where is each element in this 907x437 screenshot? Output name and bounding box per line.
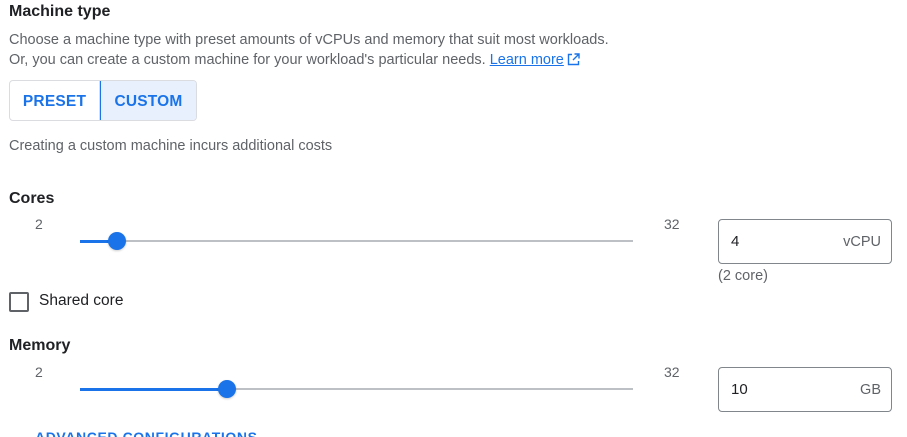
memory-unit: GB [860,381,881,398]
memory-min-label: 2 [35,364,43,380]
learn-more-label: Learn more [489,52,564,68]
tab-preset[interactable]: PRESET [10,81,100,120]
cores-field: vCPU [718,219,892,264]
tab-custom[interactable]: CUSTOM [100,81,196,120]
machine-type-description-line2: Or, you can create a custom machine for … [9,52,580,70]
machine-type-panel: Machine type Choose a machine type with … [0,0,907,437]
machine-type-description-line1: Choose a machine type with preset amount… [9,32,609,48]
shared-core-label: Shared core [39,292,124,309]
description-line2-text: Or, you can create a custom machine for … [9,52,490,68]
memory-input[interactable] [731,381,861,398]
machine-type-title: Machine type [9,3,111,20]
learn-more-link[interactable]: Learn more [490,52,580,68]
memory-max-label: 32 [664,364,680,380]
external-link-icon [567,53,580,70]
cores-input[interactable] [731,233,844,250]
cores-slider-thumb[interactable] [108,232,126,250]
memory-slider-thumb[interactable] [218,380,236,398]
cores-unit: vCPU [843,233,881,250]
cores-label: Cores [9,190,55,207]
cores-min-label: 2 [35,216,43,232]
advanced-configurations-button[interactable]: ADVANCED CONFIGURATIONS [35,429,258,437]
cores-hint: (2 core) [718,268,768,284]
custom-cost-note: Creating a custom machine incurs additio… [9,138,333,154]
memory-slider-fill [80,387,227,391]
memory-label: Memory [9,337,71,354]
memory-slider[interactable] [80,380,633,398]
memory-field: GB [718,367,892,412]
cores-slider[interactable] [80,232,633,250]
cores-max-label: 32 [664,216,680,232]
machine-type-toggle: PRESET CUSTOM [9,80,197,121]
shared-core-checkbox[interactable] [9,292,29,312]
